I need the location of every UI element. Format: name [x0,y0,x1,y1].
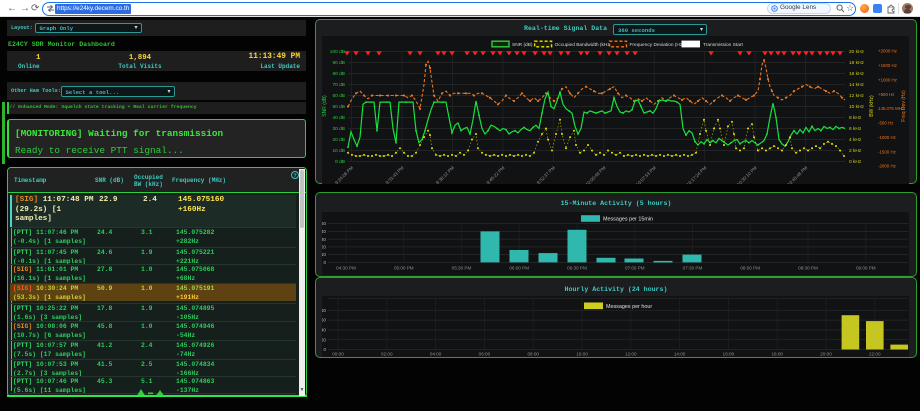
svg-text:04:00: 04:00 [430,352,442,357]
svg-text:0: 0 [323,347,326,352]
svg-text:-500 Hz: -500 Hz [878,121,893,126]
svg-text:08:00: 08:00 [527,352,539,357]
svg-text:Transmission Start: Transmission Start [703,42,743,48]
svg-text:80: 80 [322,308,326,313]
svg-text:-2000 Hz: -2000 Hz [878,164,896,169]
svg-text:30: 30 [322,237,326,242]
svg-text:Frequency Deviation (Hz): Frequency Deviation (Hz) [630,42,685,48]
svg-text:20: 20 [322,245,326,250]
svg-text:20:00: 20:00 [820,352,832,357]
svg-text:70 dB: 70 dB [332,82,345,88]
svg-text:6 kHz: 6 kHz [849,126,862,132]
svg-text:60 dB: 60 dB [332,93,345,99]
svg-text:06:00 PM: 06:00 PM [509,266,529,271]
svg-text:Messages per 15min: Messages per 15min [603,217,653,223]
svg-text:BW (kHz): BW (kHz) [869,95,875,117]
svg-text:+1500 Hz: +1500 Hz [878,63,897,68]
svg-text:100 dB: 100 dB [330,49,345,55]
svg-text:8 kHz: 8 kHz [849,115,862,121]
svg-text:14 kHz: 14 kHz [849,82,865,88]
svg-text:00:00: 00:00 [332,352,344,357]
svg-text:08:00 PM: 08:00 PM [740,266,760,271]
svg-text:20 kHz: 20 kHz [849,49,865,55]
svg-text:12 kHz: 12 kHz [849,93,865,99]
svg-text:14:00: 14:00 [674,352,686,357]
svg-text:SNR (dB): SNR (dB) [322,95,328,117]
svg-text:+2000 Hz: +2000 Hz [878,49,897,54]
svg-text:+500 Hz: +500 Hz [878,92,894,97]
svg-text:Messages per hour: Messages per hour [606,304,652,310]
svg-text:30 dB: 30 dB [332,126,345,132]
svg-text:05:00 PM: 05:00 PM [394,266,414,271]
svg-text:09:00 PM: 09:00 PM [856,266,876,271]
svg-text:08:30 PM: 08:30 PM [798,266,818,271]
svg-text:05:30 PM: 05:30 PM [452,266,472,271]
svg-text:40 dB: 40 dB [332,115,345,121]
svg-text:+1000 Hz: +1000 Hz [878,78,897,83]
svg-text:Freq Dev (Hz): Freq Dev (Hz) [901,90,907,122]
svg-text:0: 0 [323,260,326,265]
svg-text:12:00: 12:00 [625,352,637,357]
svg-text:10:00: 10:00 [576,352,588,357]
svg-text:2 kHz: 2 kHz [849,148,862,154]
svg-text:06:30 PM: 06:30 PM [567,266,587,271]
svg-text:SNR (dB): SNR (dB) [512,42,533,48]
svg-text:60: 60 [322,318,326,323]
svg-text:07:00 PM: 07:00 PM [625,266,645,271]
svg-text:50: 50 [322,221,326,226]
svg-text:20 dB: 20 dB [332,137,345,143]
svg-text:0 dB: 0 dB [335,159,345,165]
svg-text:06:00: 06:00 [479,352,491,357]
svg-text:90 dB: 90 dB [332,60,345,66]
svg-text:10: 10 [322,252,326,257]
svg-text:18:00: 18:00 [771,352,783,357]
svg-text:0 kHz: 0 kHz [849,159,862,165]
svg-text:20: 20 [322,337,326,342]
svg-text:10 dB: 10 dB [332,148,345,154]
svg-text:4 kHz: 4 kHz [849,137,862,143]
svg-text:40: 40 [322,328,326,333]
svg-text:40: 40 [322,229,326,234]
svg-text:16 kHz: 16 kHz [849,71,865,77]
svg-text:16:00: 16:00 [723,352,735,357]
svg-text:-1000 Hz: -1000 Hz [878,135,896,140]
svg-text:02:00: 02:00 [381,352,393,357]
svg-text:22:00: 22:00 [869,352,881,357]
svg-text:07:30 PM: 07:30 PM [683,266,703,271]
svg-text:50 dB: 50 dB [332,104,345,110]
svg-text:10 kHz: 10 kHz [849,104,865,110]
svg-text:Occupied Bandwidth (kHz): Occupied Bandwidth (kHz) [555,42,612,48]
svg-text:18 kHz: 18 kHz [849,60,865,66]
svg-text:-1500 Hz: -1500 Hz [878,149,896,154]
svg-text:04:30 PM: 04:30 PM [336,266,356,271]
svg-text:80 dB: 80 dB [332,71,345,77]
